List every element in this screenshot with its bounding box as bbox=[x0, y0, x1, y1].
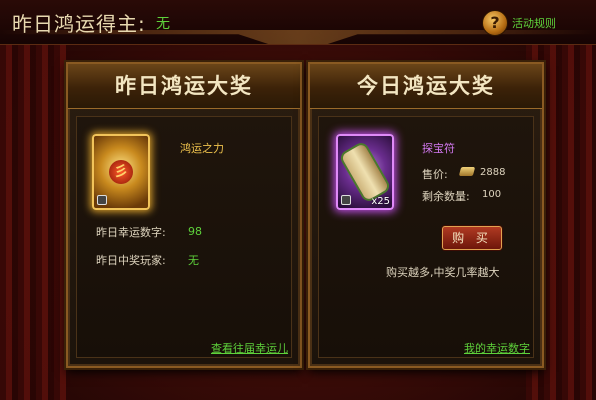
winner-player-label: 昨日中奖玩家: bbox=[96, 254, 166, 267]
lucky-number-label: 昨日幸运数字: bbox=[96, 226, 166, 239]
remaining-label: 剩余数量: bbox=[422, 190, 470, 203]
lucky-number-value: 98 bbox=[188, 225, 202, 238]
lucky-power-card-icon[interactable]: 彡 bbox=[92, 134, 150, 210]
currency-icon bbox=[458, 167, 476, 176]
remaining-value: 100 bbox=[482, 189, 502, 200]
yesterday-item-name: 鸿运之力 bbox=[180, 142, 224, 155]
rules-link[interactable]: 活动规则 bbox=[512, 15, 556, 31]
scroll-icon bbox=[340, 142, 390, 202]
lucky-emblem-icon: 彡 bbox=[109, 160, 133, 184]
today-item-name: 探宝符 bbox=[422, 142, 455, 155]
winner-player-value: 无 bbox=[188, 254, 199, 267]
quantity-badge: x25 bbox=[371, 196, 390, 207]
history-winners-link[interactable]: 查看往届幸运儿 bbox=[211, 340, 288, 356]
today-prize-title: 今日鸿运大奖 bbox=[310, 64, 542, 109]
yesterday-winner-label: 昨日鸿运得主: bbox=[12, 12, 146, 36]
buy-more-note: 购买越多,中奖几率越大 bbox=[386, 266, 500, 279]
lock-icon bbox=[97, 195, 107, 205]
price-value: 2888 bbox=[480, 167, 506, 178]
yesterday-prize-title: 昨日鸿运大奖 bbox=[68, 64, 300, 109]
buy-button[interactable]: 购 买 bbox=[442, 226, 502, 250]
header-bar: 昨日鸿运得主: 无 ? 活动规则 bbox=[0, 0, 596, 45]
today-prize-panel: 今日鸿运大奖 x25 探宝符 售价: 2888 剩余数量: 100 购 买 购买… bbox=[308, 62, 544, 368]
price-label: 售价: bbox=[422, 168, 448, 181]
yesterday-winner-value: 无 bbox=[156, 16, 170, 32]
help-icon[interactable]: ? bbox=[482, 10, 508, 36]
left-curtain bbox=[0, 36, 70, 400]
my-lucky-numbers-link[interactable]: 我的幸运数字 bbox=[464, 340, 530, 356]
treasure-scroll-icon[interactable]: x25 bbox=[336, 134, 394, 210]
lock-icon bbox=[341, 195, 351, 205]
yesterday-prize-panel: 昨日鸿运大奖 彡 鸿运之力 昨日幸运数字: 98 昨日中奖玩家: 无 查看往届幸… bbox=[66, 62, 302, 368]
